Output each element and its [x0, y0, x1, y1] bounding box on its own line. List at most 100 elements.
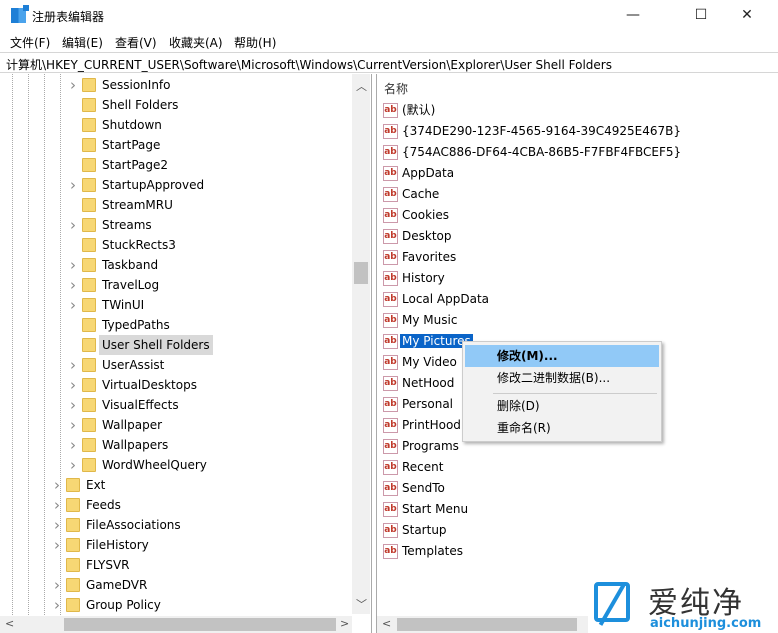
menu-modify[interactable]: 修改(M)... [465, 345, 659, 367]
string-value-icon: ab [383, 523, 398, 538]
value-row[interactable]: ab Cache [383, 184, 441, 204]
tree-item[interactable]: › Feeds [0, 495, 350, 515]
tree-horizontal-scrollbar[interactable]: < > [0, 616, 352, 633]
tree-item[interactable]: StuckRects3 [0, 235, 350, 255]
tree-vertical-scrollbar[interactable] [352, 74, 370, 614]
expand-chevron-icon[interactable]: › [54, 595, 64, 615]
tree-pane[interactable]: ︿ ﹀ < > › SessionInfo Shell Folders Shutdow… [0, 74, 372, 633]
expand-chevron-icon[interactable]: › [70, 295, 80, 315]
expand-chevron-icon[interactable]: › [70, 435, 80, 455]
menu-edit[interactable]: 编辑(E) [62, 34, 103, 51]
value-row[interactable]: ab NetHood [383, 373, 456, 393]
tree-item[interactable]: Shutdown [0, 115, 350, 135]
expand-chevron-icon[interactable]: › [70, 215, 80, 235]
value-row[interactable]: ab Favorites [383, 247, 458, 267]
tree-item[interactable]: › Wallpaper [0, 415, 350, 435]
value-row[interactable]: ab {374DE290-123F-4565-9164-39C4925E467B} [383, 121, 683, 141]
expand-chevron-icon[interactable]: › [54, 475, 64, 495]
menu-modify-binary[interactable]: 修改二进制数据(B)... [465, 367, 659, 389]
tree-item-label: GameDVR [86, 578, 148, 592]
value-row[interactable]: ab Recent [383, 457, 445, 477]
value-row[interactable]: ab Startup [383, 520, 449, 540]
menu-file[interactable]: 文件(F) [10, 34, 50, 51]
value-row[interactable]: ab My Pictures [383, 331, 473, 351]
value-row[interactable]: ab Programs [383, 436, 461, 456]
tree-item[interactable]: StartPage2 [0, 155, 350, 175]
tree-item[interactable]: › WordWheelQuery [0, 455, 350, 475]
string-value-icon: ab [383, 250, 398, 265]
tree-item[interactable]: › VisualEffects [0, 395, 350, 415]
expand-chevron-icon[interactable]: › [70, 415, 80, 435]
menu-favorites[interactable]: 收藏夹(A) [169, 34, 223, 51]
tree-item[interactable]: FLYSVR [0, 555, 350, 575]
value-row[interactable]: ab Desktop [383, 226, 454, 246]
expand-chevron-icon[interactable]: › [70, 175, 80, 195]
scroll-up-icon[interactable]: ︿ [356, 78, 367, 94]
tree-item[interactable]: › GameDVR [0, 575, 350, 595]
expand-chevron-icon[interactable]: › [54, 495, 64, 515]
expand-chevron-icon[interactable]: › [54, 535, 64, 555]
tree-item[interactable]: StreamMRU [0, 195, 350, 215]
expand-chevron-icon[interactable]: › [70, 375, 80, 395]
value-row[interactable]: ab {754AC886-DF64-4CBA-86B5-F7FBF4FBCEF5} [383, 142, 683, 162]
value-name: Recent [402, 460, 444, 474]
expand-chevron-icon[interactable]: › [70, 355, 80, 375]
folder-icon [82, 278, 96, 292]
address-bar[interactable]: 计算机\HKEY_CURRENT_USER\Software\Microsoft… [0, 52, 778, 73]
column-header-name[interactable]: 名称 [384, 80, 408, 97]
tree-item[interactable]: TypedPaths [0, 315, 350, 335]
tree-item[interactable]: › SessionInfo [0, 75, 350, 95]
tree-item[interactable]: StartPage [0, 135, 350, 155]
values-hscroll-thumb[interactable] [397, 618, 577, 631]
value-row[interactable]: ab My Video [383, 352, 459, 372]
value-row[interactable]: ab History [383, 268, 447, 288]
menu-rename[interactable]: 重命名(R) [465, 417, 659, 439]
value-row[interactable]: ab Templates [383, 541, 465, 561]
scroll-right-icon[interactable]: > [340, 617, 349, 630]
tree-item[interactable]: › Streams [0, 215, 350, 235]
tree-scroll-thumb[interactable] [354, 262, 368, 284]
tree-item[interactable]: › FileHistory [0, 535, 350, 555]
scroll-left-icon[interactable]: < [5, 617, 14, 630]
tree-item[interactable]: Shell Folders [0, 95, 350, 115]
tree-item[interactable]: User Shell Folders [0, 335, 350, 355]
value-row[interactable]: ab SendTo [383, 478, 447, 498]
tree-item[interactable]: › TWinUI [0, 295, 350, 315]
expand-chevron-icon[interactable]: › [54, 575, 64, 595]
value-row[interactable]: ab Start Menu [383, 499, 470, 519]
expand-chevron-icon[interactable]: › [70, 255, 80, 275]
scroll-left-icon[interactable]: < [382, 617, 391, 630]
watermark-url: aichunjing.com [650, 616, 762, 631]
expand-chevron-icon[interactable]: › [70, 75, 80, 95]
tree-item[interactable]: › UserAssist [0, 355, 350, 375]
value-row[interactable]: ab AppData [383, 163, 456, 183]
value-row[interactable]: ab Cookies [383, 205, 451, 225]
tree-item[interactable]: › StartupApproved [0, 175, 350, 195]
tree-item[interactable]: › Group Policy [0, 595, 350, 615]
tree-item-label: Wallpapers [102, 438, 169, 452]
value-row[interactable]: ab My Music [383, 310, 459, 330]
expand-chevron-icon[interactable]: › [70, 395, 80, 415]
tree-item[interactable]: › Taskband [0, 255, 350, 275]
menu-help[interactable]: 帮助(H) [234, 34, 276, 51]
tree-item[interactable]: › Wallpapers [0, 435, 350, 455]
tree-item[interactable]: › TravelLog [0, 275, 350, 295]
tree-item[interactable]: › Ext [0, 475, 350, 495]
tree-item[interactable]: › FileAssociations [0, 515, 350, 535]
close-button[interactable]: ✕ [724, 0, 770, 31]
value-row[interactable]: ab PrintHood [383, 415, 463, 435]
tree-hscroll-thumb[interactable] [64, 618, 336, 631]
value-row[interactable]: ab (默认) [383, 100, 437, 120]
tree-item[interactable]: › VirtualDesktops [0, 375, 350, 395]
menu-delete[interactable]: 删除(D) [465, 395, 659, 417]
value-row[interactable]: ab Local AppData [383, 289, 491, 309]
expand-chevron-icon[interactable]: › [70, 275, 80, 295]
minimize-button[interactable]: — [610, 0, 656, 31]
menu-view[interactable]: 查看(V) [115, 34, 157, 51]
expand-chevron-icon[interactable]: › [70, 455, 80, 475]
expand-chevron-icon[interactable]: › [54, 515, 64, 535]
scroll-down-icon[interactable]: ﹀ [356, 596, 367, 612]
maximize-button[interactable]: ☐ [678, 0, 724, 31]
value-row[interactable]: ab Personal [383, 394, 455, 414]
string-value-icon: ab [383, 103, 398, 118]
